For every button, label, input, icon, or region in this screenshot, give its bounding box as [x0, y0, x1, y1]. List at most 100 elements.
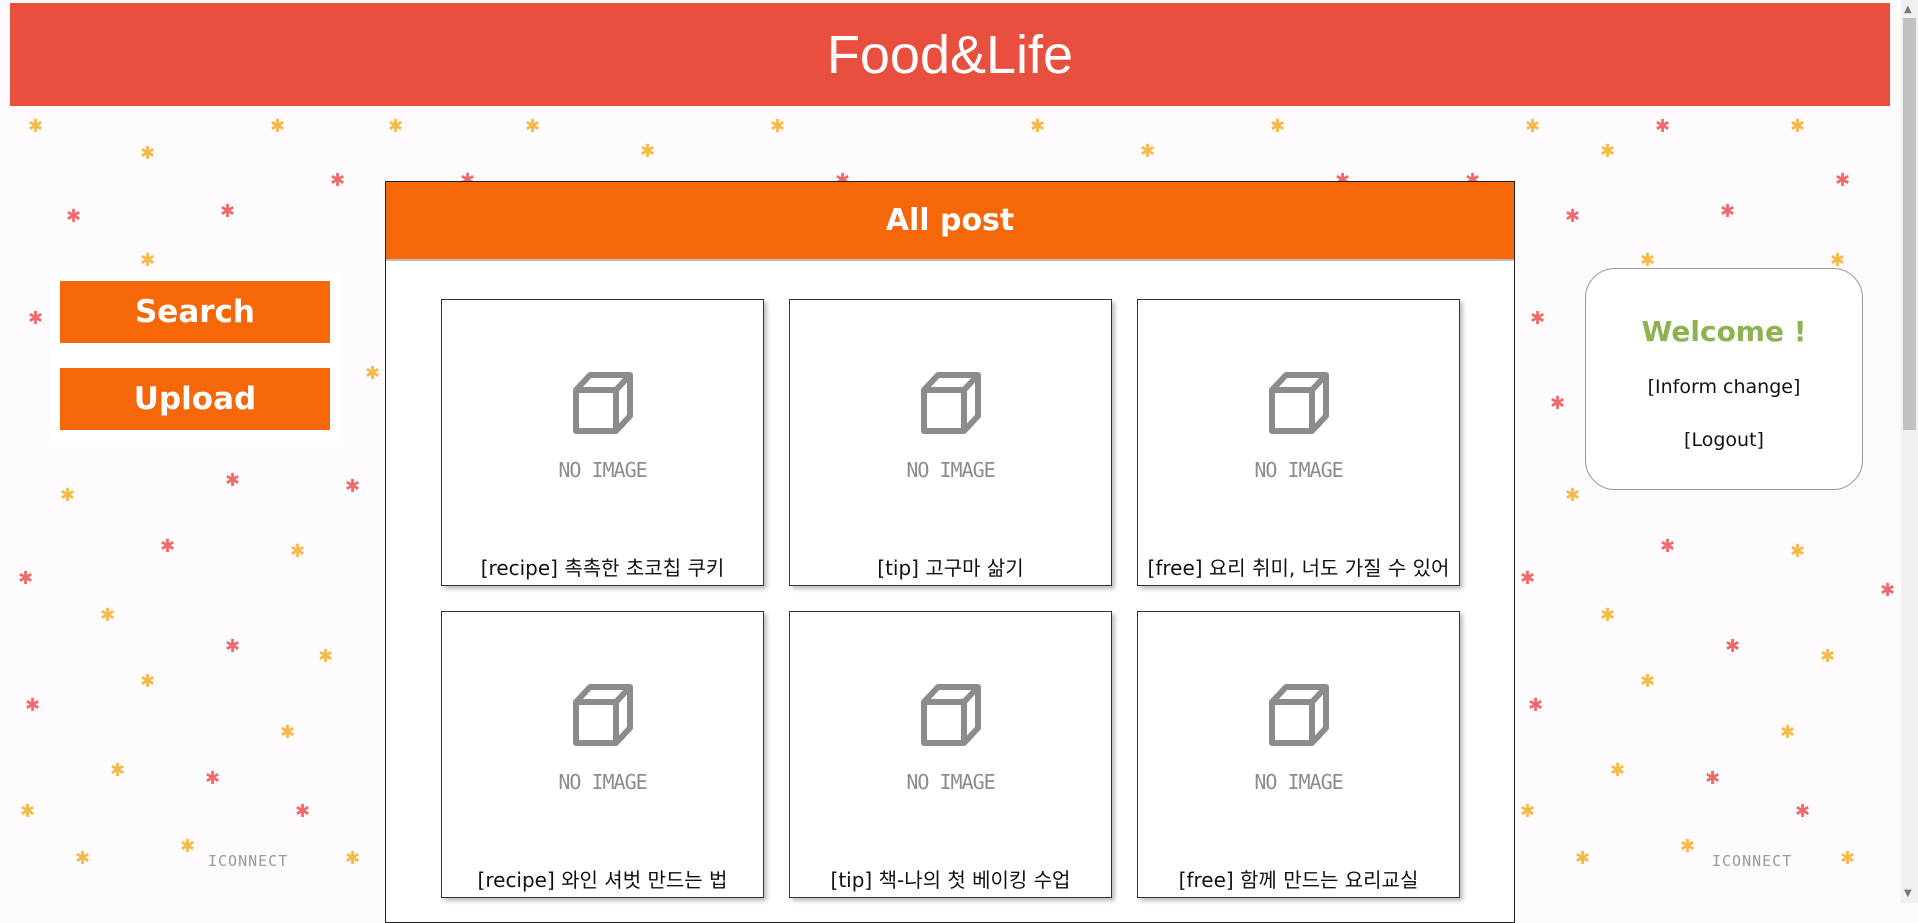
search-button[interactable]: Search — [60, 281, 330, 343]
maple-leaf-icon: ✱ — [1705, 768, 1721, 789]
no-image-label: NO IMAGE — [558, 770, 647, 794]
maple-leaf-icon: ✱ — [1720, 201, 1736, 222]
cube-icon — [1269, 372, 1329, 434]
no-image-placeholder: NO IMAGE — [1138, 682, 1459, 802]
user-panel: Welcome ! [Inform change] [Logout] — [1585, 268, 1863, 490]
maple-leaf-icon: ✱ — [1140, 141, 1156, 162]
maple-leaf-icon: ✱ — [1610, 760, 1626, 781]
maple-leaf-icon: ✱ — [1530, 308, 1546, 329]
maple-leaf-icon: ✱ — [280, 722, 296, 743]
maple-leaf-icon: ✱ — [330, 170, 346, 191]
maple-leaf-icon: ✱ — [75, 848, 91, 869]
upload-button[interactable]: Upload — [60, 368, 330, 430]
maple-leaf-icon: ✱ — [205, 768, 221, 789]
maple-leaf-icon: ✱ — [1655, 116, 1671, 137]
maple-leaf-icon: ✱ — [225, 636, 241, 657]
maple-leaf-icon: ✱ — [1030, 116, 1046, 137]
maple-leaf-icon: ✱ — [110, 760, 126, 781]
post-card[interactable]: NO IMAGE [free] 함께 만드는 요리교실 — [1137, 611, 1460, 898]
board-heading: All post — [386, 182, 1514, 261]
post-title[interactable]: [tip] 고구마 삶기 — [790, 552, 1111, 581]
maple-leaf-icon: ✱ — [1520, 801, 1536, 822]
cube-icon — [573, 372, 633, 434]
maple-leaf-icon: ✱ — [640, 141, 656, 162]
maple-leaf-icon: ✱ — [365, 363, 381, 384]
maple-leaf-icon: ✱ — [160, 536, 176, 557]
no-image-placeholder: NO IMAGE — [790, 370, 1111, 490]
maple-leaf-icon: ✱ — [1565, 485, 1581, 506]
maple-leaf-icon: ✱ — [1565, 206, 1581, 227]
maple-leaf-icon: ✱ — [66, 206, 82, 227]
maple-leaf-icon: ✱ — [1270, 116, 1286, 137]
maple-leaf-icon: ✱ — [20, 801, 36, 822]
maple-leaf-icon: ✱ — [1795, 801, 1811, 822]
logout-link[interactable]: [Logout] — [1586, 429, 1862, 451]
maple-leaf-icon: ✱ — [1600, 605, 1616, 626]
maple-leaf-icon: ✱ — [25, 695, 41, 716]
inform-change-link[interactable]: [Inform change] — [1586, 376, 1862, 398]
post-card[interactable]: NO IMAGE [free] 요리 취미, 너도 가질 수 있어 — [1137, 299, 1460, 586]
post-title[interactable]: [tip] 책-나의 첫 베이킹 수업 — [790, 864, 1111, 893]
maple-leaf-icon: ✱ — [295, 801, 311, 822]
post-card[interactable]: NO IMAGE [recipe] 와인 셔벗 만드는 법 — [441, 611, 764, 898]
maple-leaf-icon: ✱ — [1835, 170, 1851, 191]
maple-leaf-icon: ✱ — [1780, 722, 1796, 743]
scroll-up-icon[interactable]: ▲ — [1904, 4, 1912, 15]
maple-leaf-icon: ✱ — [1640, 671, 1656, 692]
maple-leaf-icon: ✱ — [180, 836, 196, 857]
watermark-right: ICONNECT — [1712, 852, 1793, 870]
no-image-label: NO IMAGE — [1254, 458, 1343, 482]
maple-leaf-icon: ✱ — [140, 250, 156, 271]
post-title[interactable]: [free] 함께 만드는 요리교실 — [1138, 864, 1459, 893]
maple-leaf-icon: ✱ — [18, 568, 34, 589]
maple-leaf-icon: ✱ — [345, 848, 361, 869]
cube-icon — [573, 684, 633, 746]
cube-icon — [921, 372, 981, 434]
no-image-label: NO IMAGE — [906, 770, 995, 794]
maple-leaf-icon: ✱ — [1600, 141, 1616, 162]
maple-leaf-icon: ✱ — [225, 470, 241, 491]
maple-leaf-icon: ✱ — [1790, 541, 1806, 562]
maple-leaf-icon: ✱ — [1840, 848, 1856, 869]
maple-leaf-icon: ✱ — [1725, 636, 1741, 657]
scroll-down-icon[interactable]: ▼ — [1904, 888, 1912, 899]
maple-leaf-icon: ✱ — [1880, 580, 1896, 601]
maple-leaf-icon: ✱ — [60, 485, 76, 506]
no-image-placeholder: NO IMAGE — [1138, 370, 1459, 490]
site-header: Food&Life — [10, 3, 1890, 106]
maple-leaf-icon: ✱ — [1520, 568, 1536, 589]
cube-icon — [921, 684, 981, 746]
maple-leaf-icon: ✱ — [1660, 536, 1676, 557]
post-title[interactable]: [recipe] 촉촉한 초코칩 쿠키 — [442, 552, 763, 581]
maple-leaf-icon: ✱ — [140, 143, 156, 164]
watermark-left: ICONNECT — [208, 852, 289, 870]
maple-leaf-icon: ✱ — [28, 116, 44, 137]
post-card[interactable]: NO IMAGE [tip] 고구마 삶기 — [789, 299, 1112, 586]
maple-leaf-icon: ✱ — [28, 308, 44, 329]
site-title: Food&Life — [826, 24, 1074, 85]
no-image-label: NO IMAGE — [558, 458, 647, 482]
maple-leaf-icon: ✱ — [1525, 116, 1541, 137]
post-card[interactable]: NO IMAGE [recipe] 촉촉한 초코칩 쿠키 — [441, 299, 764, 586]
maple-leaf-icon: ✱ — [1790, 116, 1806, 137]
maple-leaf-icon: ✱ — [290, 541, 306, 562]
maple-leaf-icon: ✱ — [270, 116, 286, 137]
post-board: All post NO IMAGE [recipe] 촉촉한 초코칩 쿠키 NO… — [385, 181, 1515, 923]
scroll-thumb[interactable] — [1903, 18, 1916, 430]
page-scrollbar[interactable]: ▲ ▼ — [1901, 0, 1918, 903]
maple-leaf-icon: ✱ — [1820, 646, 1836, 667]
no-image-label: NO IMAGE — [1254, 770, 1343, 794]
maple-leaf-icon: ✱ — [1550, 393, 1566, 414]
post-title[interactable]: [recipe] 와인 셔벗 만드는 법 — [442, 864, 763, 893]
no-image-placeholder: NO IMAGE — [442, 682, 763, 802]
cube-icon — [1269, 684, 1329, 746]
maple-leaf-icon: ✱ — [140, 671, 156, 692]
maple-leaf-icon: ✱ — [220, 201, 236, 222]
post-card[interactable]: NO IMAGE [tip] 책-나의 첫 베이킹 수업 — [789, 611, 1112, 898]
maple-leaf-icon: ✱ — [388, 116, 404, 137]
maple-leaf-icon: ✱ — [525, 116, 541, 137]
welcome-message: Welcome ! — [1641, 315, 1807, 348]
post-title[interactable]: [free] 요리 취미, 너도 가질 수 있어 — [1138, 552, 1459, 581]
maple-leaf-icon: ✱ — [1528, 695, 1544, 716]
maple-leaf-icon: ✱ — [770, 116, 786, 137]
